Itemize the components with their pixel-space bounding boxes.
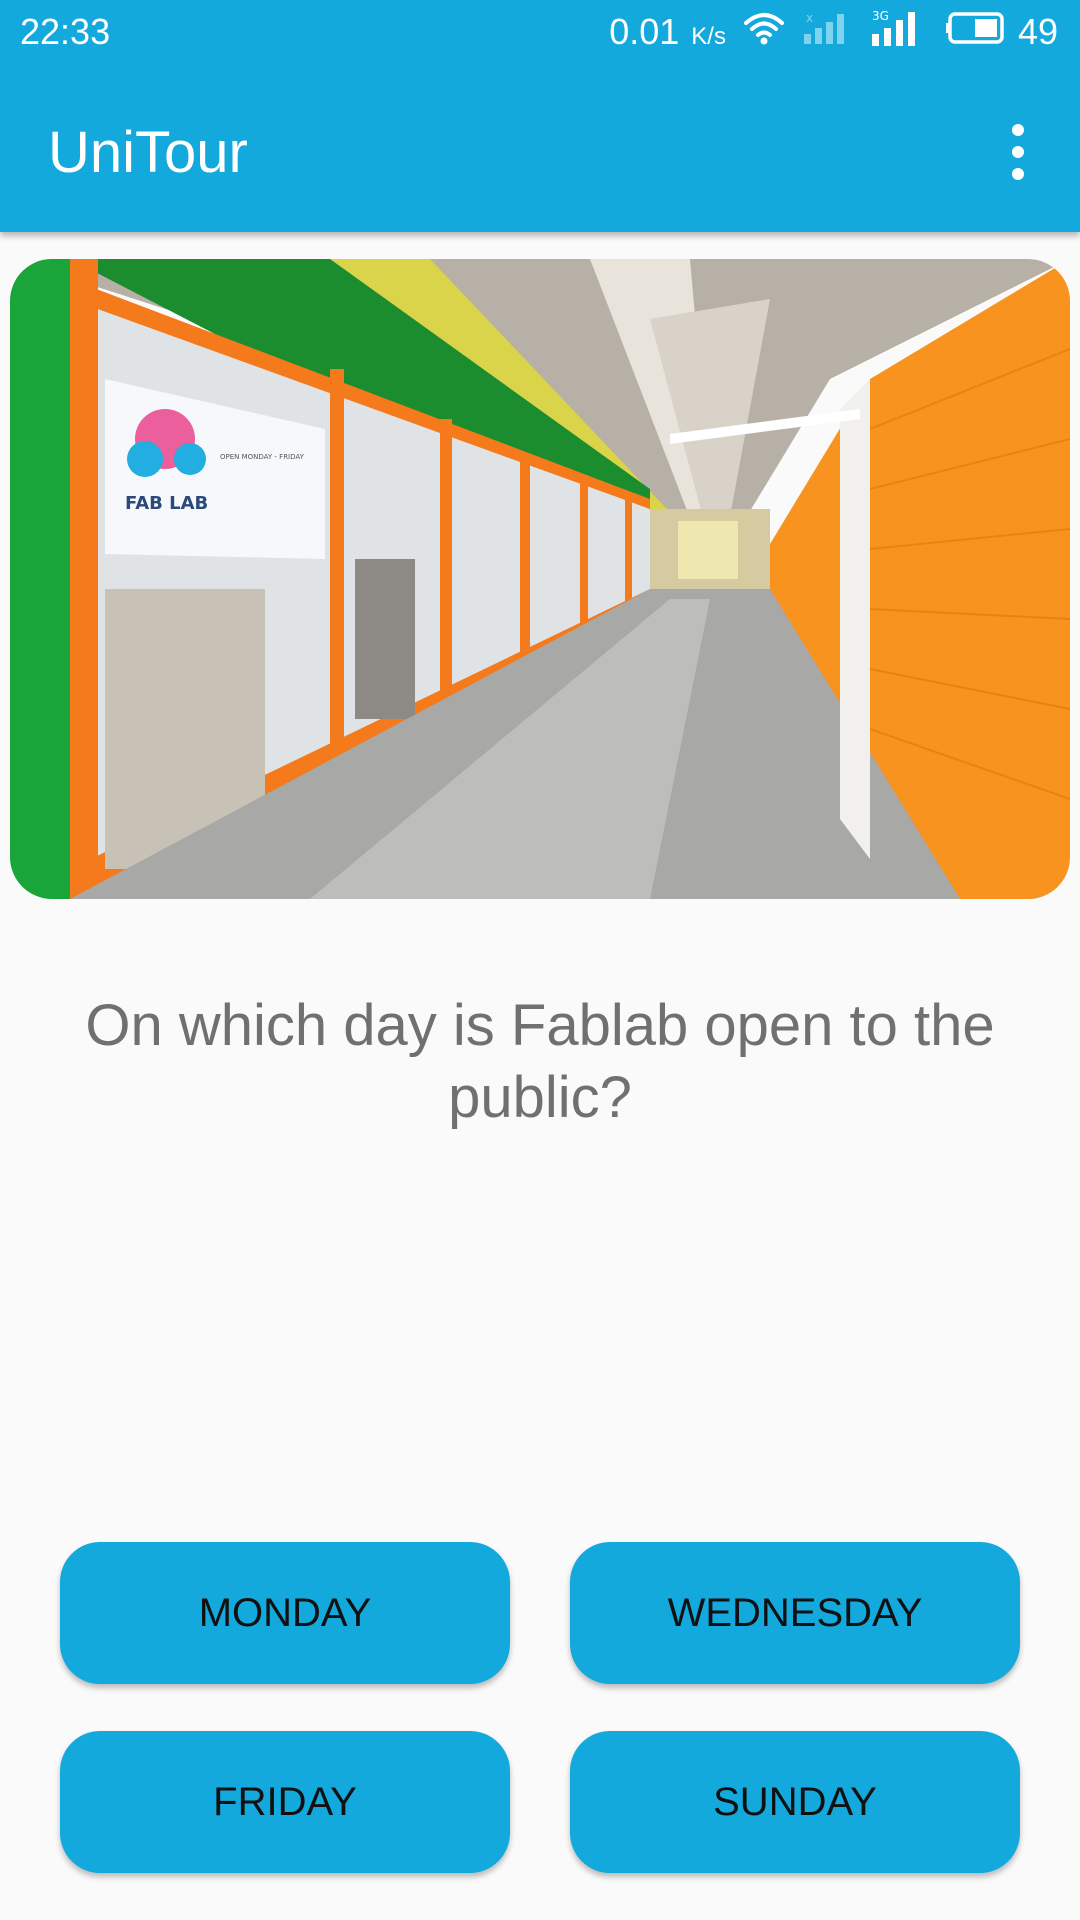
signal-sim2-icon: 3G	[870, 8, 928, 57]
location-photo: FAB LAB OPEN MONDAY - FRIDAY	[10, 259, 1070, 899]
fablab-sign-text: FAB LAB	[125, 493, 208, 514]
fablab-sign-hours: OPEN MONDAY - FRIDAY	[220, 453, 305, 461]
app-title: UniTour	[48, 120, 248, 185]
wifi-icon	[743, 11, 784, 54]
network-speed-value: 0.01	[609, 11, 680, 52]
quiz-question: On which day is Fablab open to the publi…	[85, 993, 995, 1130]
battery-icon	[945, 11, 1010, 54]
network-type-label: 3G	[872, 9, 889, 23]
battery-level: 49	[1017, 11, 1058, 52]
battery-indicator: 49	[945, 11, 1058, 54]
answer-button-monday[interactable]: MONDAY	[60, 1542, 510, 1684]
answer-button-wednesday[interactable]: WEDNESDAY	[570, 1542, 1020, 1684]
svg-text:x: x	[806, 11, 813, 25]
answer-button-sunday[interactable]: SUNDAY	[570, 1731, 1020, 1873]
status-indicators: 0.01 K/s x 3G 49	[609, 8, 1058, 57]
status-bar: 22:33 0.01 K/s x 3G 49	[0, 0, 1080, 66]
answer-button-friday[interactable]: FRIDAY	[60, 1731, 510, 1873]
more-vert-icon[interactable]	[998, 124, 1038, 180]
signal-sim1-icon: x	[802, 10, 852, 55]
network-speed-unit: K/s	[691, 23, 726, 50]
network-speed: 0.01 K/s	[609, 11, 726, 53]
status-time: 22:33	[20, 11, 111, 52]
app-header: 22:33 0.01 K/s x 3G 49 UniTour	[0, 0, 1080, 232]
